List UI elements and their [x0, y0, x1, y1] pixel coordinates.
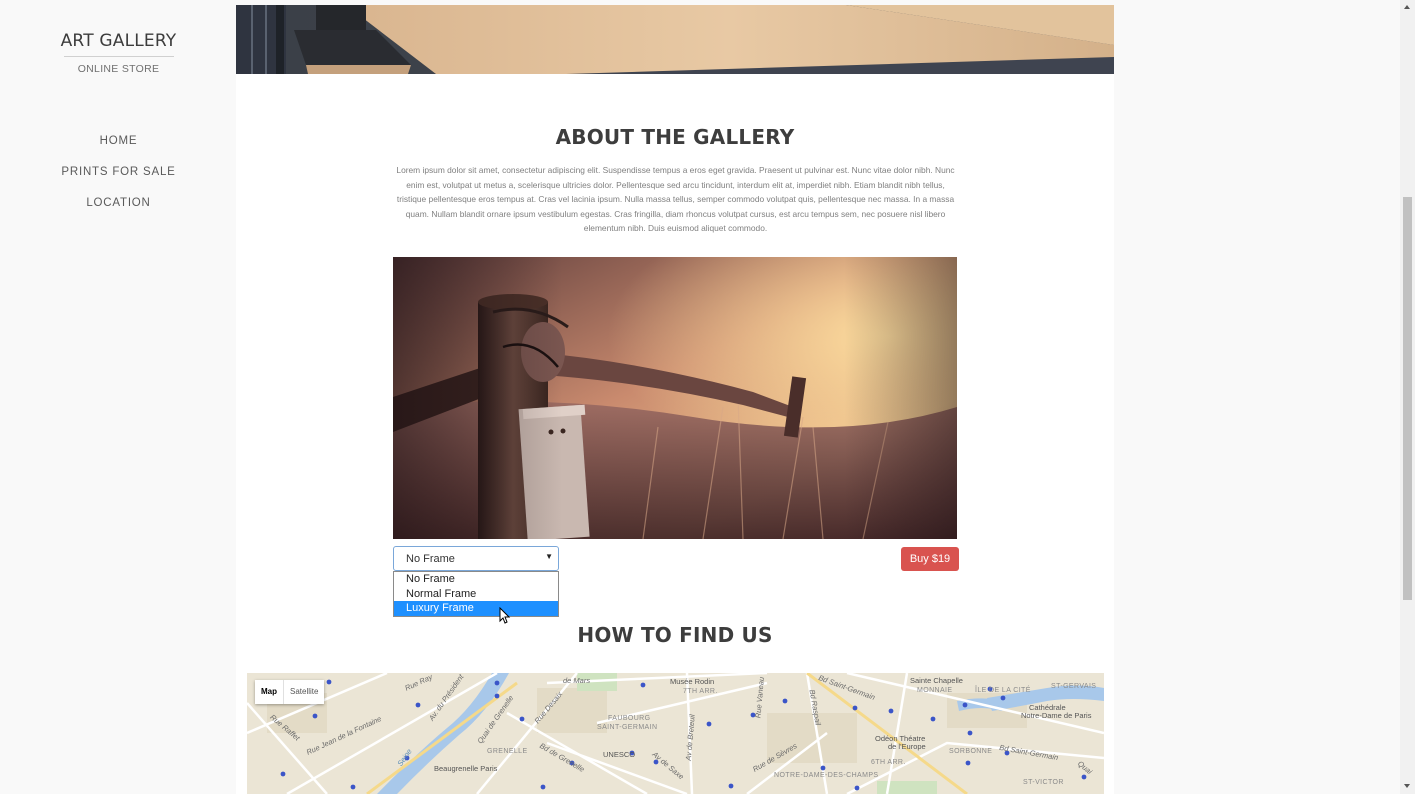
nav-item-prints-for-sale[interactable]: PRINTS FOR SALE — [5, 164, 232, 195]
chevron-down-icon: ▼ — [545, 552, 553, 561]
mouse-pointer-icon — [499, 607, 511, 624]
map-label: ST-VICTOR — [1023, 779, 1064, 786]
map-type-toggle: Map Satellite — [255, 680, 325, 704]
frame-select-dropdown: No Frame Normal Frame Luxury Frame — [393, 571, 559, 617]
sidebar-nav: HOME PRINTS FOR SALE LOCATION — [5, 133, 232, 226]
map-label: de Mars — [563, 676, 591, 685]
location-map[interactable]: Map Satellite de Mars Musée Rodin 7TH AR… — [247, 673, 1104, 794]
frame-option-normal-frame[interactable]: Normal Frame — [394, 587, 558, 602]
find-us-title: HOW TO FIND US — [577, 623, 773, 647]
scroll-thumb[interactable] — [1403, 197, 1412, 600]
map-label: NOTRE-DAME-DES-CHAMPS — [774, 772, 879, 779]
gallery-photo — [393, 257, 957, 539]
nav-item-home[interactable]: HOME — [5, 133, 232, 164]
map-label: GRENELLE — [487, 748, 528, 755]
page-scrollbar[interactable] — [1400, 0, 1415, 794]
hero-image — [236, 5, 1114, 74]
fence-post-photo — [393, 257, 957, 539]
frame-option-luxury-frame[interactable]: Luxury Frame — [394, 601, 558, 617]
frame-select-value: No Frame — [406, 553, 455, 565]
nav-item-location[interactable]: LOCATION — [5, 195, 232, 226]
frame-select[interactable]: No Frame ▼ — [393, 546, 559, 571]
map-label: UNESCO — [603, 750, 636, 759]
brand-divider — [63, 56, 174, 57]
map-label: de l'Europe — [888, 742, 926, 751]
brand-title[interactable]: ART GALLERY — [5, 31, 232, 51]
frame-option-no-frame[interactable]: No Frame — [394, 572, 558, 587]
main-content: ABOUT THE GALLERY Lorem ipsum dolor sit … — [236, 5, 1114, 794]
buy-button[interactable]: Buy $19 — [901, 547, 959, 571]
map-label: ÎLE DE LA CITÉ — [975, 687, 1031, 694]
map-label: MONNAIE — [917, 687, 953, 694]
brand: ART GALLERY ONLINE STORE — [5, 31, 232, 75]
scroll-down-arrow-icon[interactable] — [1404, 784, 1410, 788]
satellite-view-button[interactable]: Satellite — [283, 680, 324, 704]
map-label: FAUBOURG — [608, 715, 651, 722]
map-label: ST-GERVAIS — [1051, 683, 1097, 690]
map-label: Sainte Chapelle — [910, 676, 963, 685]
map-label: Beaugrenelle Paris — [434, 764, 498, 773]
map-view-button[interactable]: Map — [255, 680, 283, 704]
map-label: Notre-Dame de Paris — [1021, 711, 1092, 720]
hero-photo — [236, 5, 1114, 74]
map-label: 7TH ARR. — [683, 688, 718, 695]
about-title: ABOUT THE GALLERY — [555, 125, 795, 149]
map-label: Musée Rodin — [670, 677, 715, 686]
about-text: Lorem ipsum dolor sit amet, consectetur … — [396, 165, 955, 234]
map-label: 6TH ARR. — [871, 759, 906, 766]
map-label: SAINT-GERMAIN — [597, 724, 658, 731]
scroll-up-arrow-icon[interactable] — [1404, 5, 1410, 9]
map-label: SORBONNE — [949, 748, 993, 755]
brand-subtitle: ONLINE STORE — [77, 63, 160, 75]
sidebar: ART GALLERY ONLINE STORE HOME PRINTS FOR… — [5, 5, 235, 794]
